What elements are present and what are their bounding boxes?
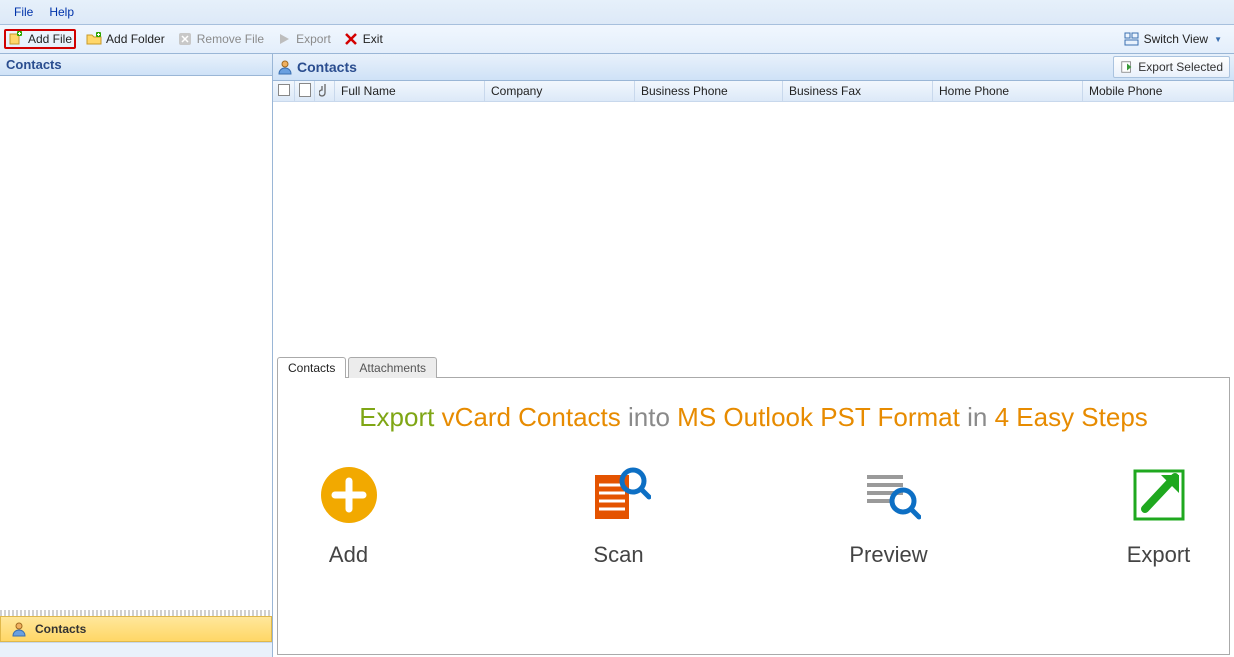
exit-icon [343, 31, 359, 47]
menu-bar: File Help [0, 0, 1234, 25]
col-home-phone[interactable]: Home Phone [933, 81, 1083, 101]
col-business-fax[interactable]: Business Fax [783, 81, 933, 101]
switch-view-label: Switch View [1144, 32, 1208, 46]
step-preview: Preview [829, 463, 949, 568]
folder-tree[interactable] [0, 76, 272, 610]
remove-file-label: Remove File [197, 32, 264, 46]
add-folder-icon [86, 31, 102, 47]
toolbar: Add File Add Folder Remove File Export E… [0, 25, 1234, 54]
col-company[interactable]: Company [485, 81, 635, 101]
col-doc-icon[interactable] [295, 81, 315, 101]
step-scan-label: Scan [593, 542, 643, 568]
grid-body[interactable] [273, 102, 1234, 352]
add-file-button[interactable]: Add File [4, 29, 76, 49]
nav-contacts-label: Contacts [35, 622, 86, 636]
document-icon [299, 83, 311, 100]
export-selected-icon [1120, 60, 1134, 74]
col-mobile-phone[interactable]: Mobile Phone [1083, 81, 1234, 101]
menu-file[interactable]: File [6, 3, 41, 21]
detail-tabs: Contacts Attachments [273, 356, 1234, 377]
step-scan: Scan [559, 463, 679, 568]
step-export-label: Export [1127, 542, 1191, 568]
add-folder-label: Add Folder [106, 32, 165, 46]
export-play-icon [276, 31, 292, 47]
checkbox-icon [278, 84, 290, 99]
step-preview-label: Preview [849, 542, 927, 568]
add-file-label: Add File [28, 32, 72, 46]
step-add: Add [289, 463, 409, 568]
grid-header: Full Name Company Business Phone Busines… [273, 81, 1234, 102]
add-folder-button[interactable]: Add Folder [82, 29, 169, 49]
promo-title: Export vCard Contacts into MS Outlook PS… [359, 402, 1148, 433]
main-area: Contacts Export Selected Full Name Compa… [273, 54, 1234, 657]
export-selected-button[interactable]: Export Selected [1113, 56, 1230, 78]
exit-button[interactable]: Exit [339, 29, 387, 49]
switch-view-button[interactable]: Switch View ▼ [1120, 29, 1226, 49]
tab-attachments[interactable]: Attachments [348, 357, 437, 378]
menu-help[interactable]: Help [41, 3, 82, 21]
export-button[interactable]: Export [272, 29, 335, 49]
export-arrow-icon [1127, 463, 1191, 530]
panel-contacts-icon [277, 59, 293, 75]
add-file-icon [8, 31, 24, 47]
dropdown-arrow-icon: ▼ [1214, 35, 1222, 44]
switch-view-icon [1124, 31, 1140, 47]
col-fullname[interactable]: Full Name [335, 81, 485, 101]
export-selected-label: Export Selected [1138, 60, 1223, 74]
step-add-label: Add [329, 542, 368, 568]
remove-icon [177, 31, 193, 47]
panel-header: Contacts Export Selected [273, 54, 1234, 81]
exit-label: Exit [363, 32, 383, 46]
step-export: Export [1099, 463, 1219, 568]
sidebar: Contacts Contacts [0, 54, 273, 657]
sidebar-header: Contacts [0, 54, 272, 76]
preview-icon [857, 463, 921, 530]
sidebar-footer [0, 642, 272, 657]
scan-icon [587, 463, 651, 530]
contacts-icon [11, 621, 27, 637]
nav-contacts[interactable]: Contacts [0, 616, 272, 642]
tab-contacts[interactable]: Contacts [277, 357, 346, 378]
paperclip-icon [319, 83, 331, 100]
col-business-phone[interactable]: Business Phone [635, 81, 783, 101]
panel-title: Contacts [297, 59, 357, 75]
remove-file-button[interactable]: Remove File [173, 29, 268, 49]
promo-steps: Add Scan [289, 463, 1219, 568]
col-checkbox[interactable] [273, 81, 295, 101]
add-circle-icon [317, 463, 381, 530]
export-label: Export [296, 32, 331, 46]
col-attachment-icon[interactable] [315, 81, 335, 101]
promo-panel: Export vCard Contacts into MS Outlook PS… [277, 377, 1230, 655]
